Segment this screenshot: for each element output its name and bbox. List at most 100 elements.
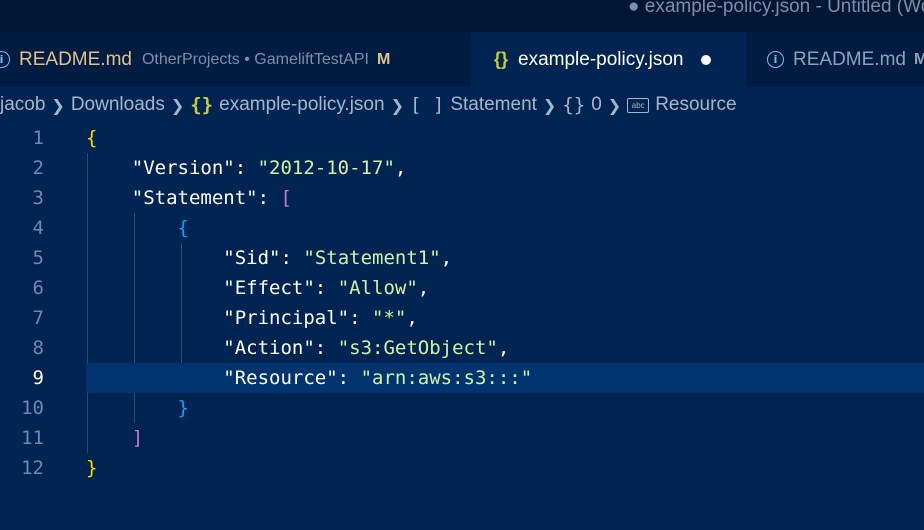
- breadcrumb-file[interactable]: {} example-policy.json: [190, 94, 384, 116]
- json-braces-icon: {}: [190, 94, 214, 116]
- code-line[interactable]: 2 "Version": "2012-10-17",: [0, 153, 924, 183]
- code-token: "Action": [223, 337, 315, 359]
- tab-readme-otherprojects[interactable]: i README.md OtherProjects • GameliftTest…: [0, 32, 468, 87]
- chevron-right-icon: ❯: [607, 95, 622, 115]
- code-token: "Resource": [223, 367, 338, 389]
- line-number: 2: [32, 157, 44, 179]
- array-icon: [ ]: [409, 94, 445, 116]
- breadcrumb-label: Statement: [450, 94, 537, 115]
- code-line[interactable]: 8 "Action": "s3:GetObject",: [0, 333, 924, 363]
- code-editor[interactable]: 1{2 "Version": "2012-10-17", 3 "Statement…: [0, 123, 924, 530]
- breadcrumb-resource[interactable]: abc Resource: [627, 94, 737, 116]
- line-number: 12: [21, 457, 44, 479]
- code-token: "*": [372, 307, 407, 329]
- code-token: ,: [406, 307, 418, 329]
- line-content: "Sid": "Statement1",: [86, 243, 452, 273]
- code-token: {: [177, 217, 189, 239]
- breadcrumb-jacob[interactable]: jacob: [0, 94, 45, 116]
- chevron-right-icon: ❯: [170, 95, 185, 115]
- line-content: "Statement": [: [86, 183, 292, 213]
- code-token: :: [280, 247, 304, 269]
- line-number: 11: [21, 427, 44, 449]
- code-line[interactable]: 9 "Resource": "arn:aws:s3:::": [0, 363, 924, 393]
- tab-readme[interactable]: i README.md M: [749, 32, 924, 87]
- line-content: "Principal": "*",: [86, 303, 418, 333]
- line-content: ]: [86, 423, 143, 453]
- line-number: 9: [32, 367, 44, 389]
- code-line[interactable]: 3 "Statement": [: [0, 183, 924, 213]
- code-line[interactable]: 4 {: [0, 213, 924, 243]
- code-token: "s3:GetObject": [337, 337, 498, 359]
- breadcrumb-downloads[interactable]: Downloads: [71, 94, 165, 116]
- tab-example-policy[interactable]: {} example-policy.json: [471, 32, 746, 87]
- line-content: {: [86, 213, 189, 243]
- code-token: ,: [417, 277, 430, 299]
- line-number: 7: [32, 307, 44, 329]
- line-content: "Effect": "Allow",: [86, 273, 429, 303]
- tab-bar: i README.md OtherProjects • GameliftTest…: [0, 32, 924, 87]
- chevron-right-icon: ❯: [390, 95, 404, 115]
- tab-label: README.md: [793, 48, 906, 70]
- info-icon: i: [767, 51, 784, 68]
- code-line[interactable]: 5 "Sid": "Statement1",: [0, 243, 924, 273]
- code-token: :: [337, 367, 361, 389]
- unsaved-dot-icon[interactable]: [701, 54, 712, 65]
- breadcrumb: jacob ❯ Downloads ❯ {} example-policy.js…: [0, 87, 924, 123]
- code-token: }: [177, 397, 189, 419]
- code-token: ,: [497, 337, 510, 359]
- code-line[interactable]: 7 "Principal": "*",: [0, 303, 924, 333]
- code-line[interactable]: 12}: [0, 453, 924, 483]
- code-token: :: [234, 157, 258, 179]
- breadcrumb-label: jacob: [0, 94, 46, 115]
- modified-badge: M: [376, 50, 391, 68]
- breadcrumb-label: Downloads: [70, 94, 165, 115]
- chevron-right-icon: ❯: [542, 95, 557, 115]
- code-token: "2012-10-17": [257, 157, 395, 179]
- code-token: :: [314, 337, 338, 359]
- breadcrumb-label: Resource: [655, 94, 737, 115]
- code-token: "Effect": [223, 277, 315, 299]
- code-token: "Statement": [131, 187, 258, 209]
- code-token: ,: [394, 157, 407, 179]
- code-token: "arn:aws:s3:::": [360, 367, 533, 389]
- window-title: ● example-policy.json - Untitled (Worksp…: [628, 0, 924, 17]
- code-token: "Version": [131, 157, 235, 179]
- json-braces-icon: {}: [494, 49, 509, 69]
- title-bar: ● example-policy.json - Untitled (Worksp…: [0, 0, 924, 32]
- breadcrumb-label: 0: [591, 94, 602, 115]
- code-line[interactable]: 6 "Effect": "Allow",: [0, 273, 924, 303]
- line-number: 6: [32, 277, 44, 299]
- chevron-right-icon: ❯: [51, 95, 65, 115]
- line-content: }: [86, 453, 97, 483]
- tab-path: OtherProjects • GameliftTestAPI: [141, 50, 369, 68]
- line-number: 8: [32, 337, 44, 359]
- code-token: ]: [131, 427, 144, 449]
- code-token: :: [349, 307, 373, 329]
- line-number: 5: [32, 247, 44, 269]
- code-token: :: [314, 277, 338, 299]
- line-number: 4: [32, 217, 44, 239]
- code-line[interactable]: 10 }: [0, 393, 924, 423]
- code-line[interactable]: 1{: [0, 123, 924, 153]
- line-content: {: [86, 123, 97, 153]
- object-icon: {}: [562, 94, 586, 116]
- line-number: 1: [32, 127, 44, 149]
- code-token: "Principal": [223, 307, 350, 329]
- breadcrumb-label: example-policy.json: [219, 94, 385, 115]
- line-content: "Action": "s3:GetObject",: [86, 333, 509, 363]
- code-token: ,: [440, 247, 453, 269]
- code-token: {: [86, 127, 98, 149]
- code-line[interactable]: 11 ]: [0, 423, 924, 453]
- breadcrumb-index[interactable]: {} 0: [562, 94, 601, 116]
- breadcrumb-statement[interactable]: [ ] Statement: [410, 94, 537, 116]
- line-content: "Resource": "arn:aws:s3:::": [86, 363, 532, 393]
- code-token: [: [280, 187, 292, 209]
- line-number: 3: [32, 187, 44, 209]
